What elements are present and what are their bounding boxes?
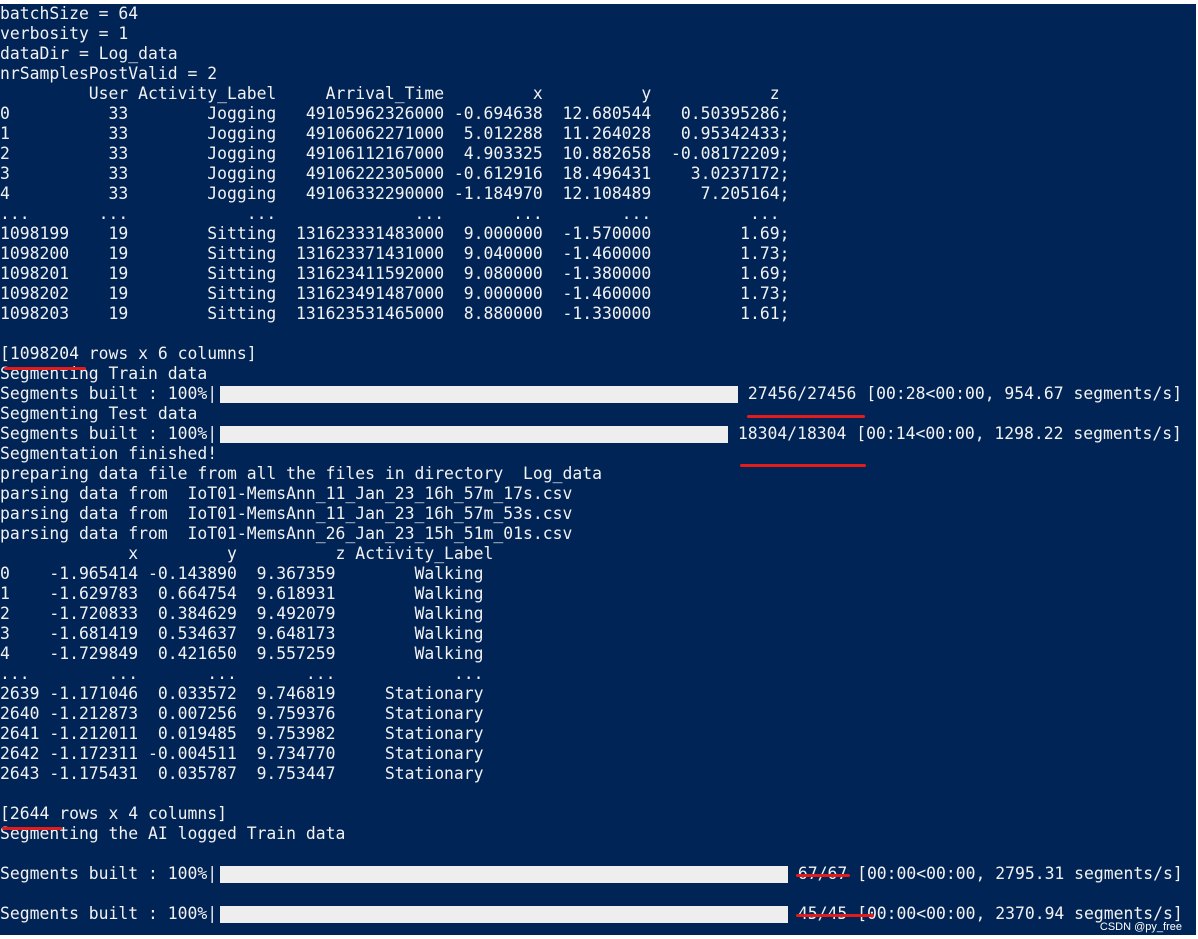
console-line: batchSize = 64 — [0, 4, 139, 23]
console-line: 1098200 19 Sitting 131623371431000 9.040… — [0, 244, 790, 263]
console-line: Segmentation finished! — [0, 444, 218, 463]
console-line: parsing data from IoT01-MemsAnn_26_Jan_2… — [0, 524, 573, 543]
console-line: 1 -1.629783 0.664754 9.618931 Walking — [0, 584, 484, 603]
console-line: preparing data file from all the files i… — [0, 464, 602, 483]
console-line: 1 33 Jogging 49106062271000 5.012288 11.… — [0, 124, 790, 143]
console-line: [1098204 rows x 6 columns] — [0, 344, 257, 363]
console-line: 3 -1.681419 0.534637 9.648173 Walking — [0, 624, 484, 643]
progress-label: Segments built : 100%| — [0, 864, 218, 883]
progress-label: Segments built : 100%| — [0, 424, 218, 443]
console-line: 2 33 Jogging 49106112167000 4.903325 10.… — [0, 144, 790, 163]
console-line: 1098199 19 Sitting 131623331483000 9.000… — [0, 224, 790, 243]
console-line: 2642 -1.172311 -0.004511 9.734770 Statio… — [0, 744, 484, 763]
console-line: 2640 -1.212873 0.007256 9.759376 Station… — [0, 704, 484, 723]
console-line: User Activity_Label Arrival_Time x y z — [0, 84, 780, 103]
progress-line: Segments built : 100%| 27456/27456 [00:2… — [0, 384, 1182, 404]
progress-label: Segments built : 100%| — [0, 384, 218, 403]
console-line: 2 -1.720833 0.384629 9.492079 Walking — [0, 604, 484, 623]
console-line: 1098201 19 Sitting 131623411592000 9.080… — [0, 264, 790, 283]
console-line: ... ... ... ... ... ... ... — [0, 204, 780, 223]
console-line: 4 33 Jogging 49106332290000 -1.184970 12… — [0, 184, 790, 203]
console-line: 4 -1.729849 0.421650 9.557259 Walking — [0, 644, 484, 663]
console-line: verbosity = 1 — [0, 24, 129, 43]
red-underline — [796, 914, 874, 917]
progress-bar-fill — [220, 866, 788, 883]
console-line: 1098202 19 Sitting 131623491487000 9.000… — [0, 284, 790, 303]
progress-line: Segments built : 100%| 45/45 [00:00<00:0… — [0, 904, 1183, 924]
red-underline — [740, 464, 866, 467]
console-line: nrSamplesPostValid = 2 — [0, 64, 218, 83]
console-line: 2643 -1.175431 0.035787 9.753447 Station… — [0, 764, 484, 783]
progress-label: Segments built : 100%| — [0, 904, 218, 923]
console-line: 2641 -1.212011 0.019485 9.753982 Station… — [0, 724, 484, 743]
console-line: x y z Activity_Label — [0, 544, 494, 563]
red-underline — [796, 874, 850, 877]
console-line: ... ... ... ... ... — [0, 664, 484, 683]
progress-line: Segments built : 100%| 18304/18304 [00:1… — [0, 424, 1182, 444]
console-line: parsing data from IoT01-MemsAnn_11_Jan_2… — [0, 504, 573, 523]
red-underline — [747, 415, 865, 418]
progress-bar-fill — [220, 426, 728, 443]
console-line: parsing data from IoT01-MemsAnn_11_Jan_2… — [0, 484, 573, 503]
progress-bar-fill — [220, 386, 738, 403]
console-line: [2644 rows x 4 columns] — [0, 804, 227, 823]
console-line: dataDir = Log_data — [0, 44, 178, 63]
console-line: 2639 -1.171046 0.033572 9.746819 Station… — [0, 684, 484, 703]
console-line: 0 -1.965414 -0.143890 9.367359 Walking — [0, 564, 484, 583]
progress-bar-fill — [220, 906, 788, 923]
watermark: CSDN @py_free — [1099, 921, 1182, 933]
console-line: 0 33 Jogging 49105962326000 -0.694638 12… — [0, 104, 790, 123]
console-line: Segmenting Test data — [0, 404, 198, 423]
progress-line: Segments built : 100%| 67/67 [00:00<00:0… — [0, 864, 1183, 884]
console-line: 1098203 19 Sitting 131623531465000 8.880… — [0, 304, 790, 323]
progress-stats: 27456/27456 [00:28<00:00, 954.67 segment… — [738, 384, 1183, 403]
red-underline — [2, 827, 62, 830]
console-output: batchSize = 64 verbosity = 1 dataDir = Log… — [0, 4, 1196, 935]
red-underline — [4, 367, 86, 370]
console-line: 3 33 Jogging 49106222305000 -0.612916 18… — [0, 164, 790, 183]
progress-stats: 18304/18304 [00:14<00:00, 1298.22 segmen… — [728, 424, 1182, 443]
